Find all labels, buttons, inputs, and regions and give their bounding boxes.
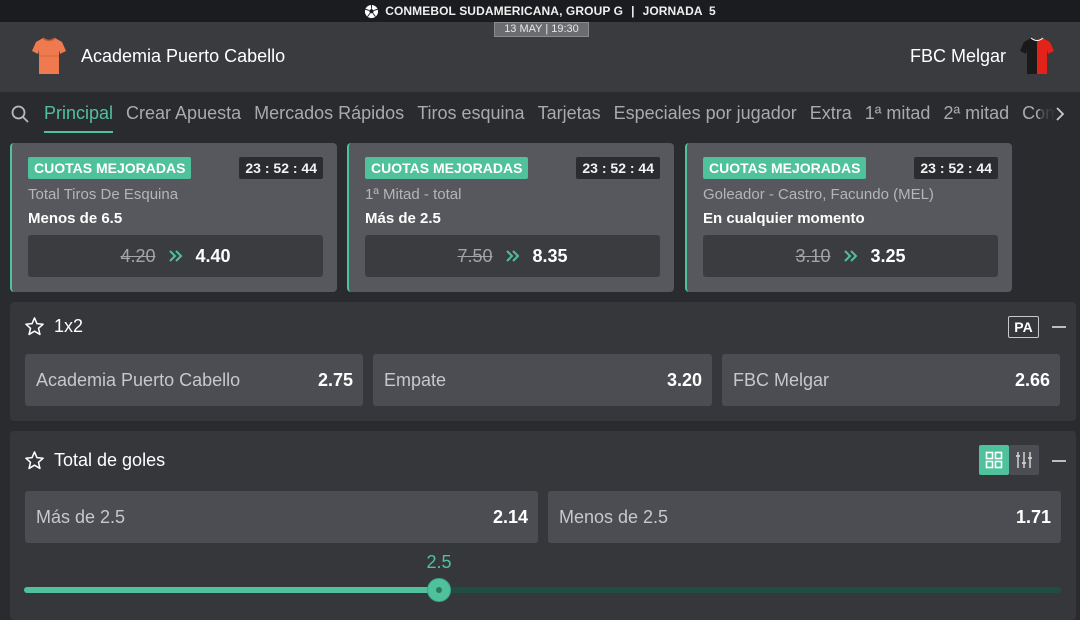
tab-primera-mitad[interactable]: 1ª mitad bbox=[865, 92, 931, 136]
boost-timer: 23 : 52 : 44 bbox=[576, 157, 660, 179]
search-icon[interactable] bbox=[11, 105, 29, 123]
selection-button[interactable]: Empate 3.20 bbox=[373, 354, 712, 406]
market-title: Total de goles bbox=[54, 449, 166, 470]
new-odd: 8.35 bbox=[532, 245, 568, 266]
tab-principal[interactable]: Principal bbox=[44, 92, 114, 136]
selection-odd: 3.20 bbox=[666, 369, 702, 390]
slider-view-button[interactable] bbox=[1009, 445, 1039, 475]
boost-market: Total Tiros De Esquina bbox=[28, 186, 179, 203]
slider-handle[interactable] bbox=[428, 579, 450, 601]
selection-button[interactable]: Academia Puerto Cabello 2.75 bbox=[25, 354, 363, 406]
selection-label: Menos de 2.5 bbox=[559, 506, 669, 527]
tab-mercados-rapidos[interactable]: Mercados Rápidos bbox=[254, 92, 404, 136]
boost-odds-button[interactable]: 7.50 8.35 bbox=[365, 235, 660, 277]
tab-segunda-mitad[interactable]: 2ª mitad bbox=[943, 92, 1009, 136]
new-odd: 3.25 bbox=[870, 245, 906, 266]
sliders-icon bbox=[1016, 452, 1032, 468]
double-chevron-right-icon bbox=[843, 250, 857, 262]
old-odd: 3.10 bbox=[795, 245, 831, 266]
selection-button[interactable]: Menos de 2.5 1.71 bbox=[548, 491, 1061, 543]
competition-name: CONMEBOL SUDAMERICANA, GROUP G bbox=[385, 4, 624, 18]
boost-market: Goleador - Castro, Facundo (MEL) bbox=[703, 186, 934, 203]
star-icon[interactable] bbox=[24, 450, 45, 471]
tab-especiales-jugador[interactable]: Especiales por jugador bbox=[614, 92, 797, 136]
tab-extra[interactable]: Extra bbox=[810, 92, 852, 136]
boost-selection: Más de 2.5 bbox=[365, 210, 441, 227]
selection-odd: 1.71 bbox=[1015, 506, 1051, 527]
chevron-right-icon bbox=[1056, 107, 1064, 121]
boost-badge: CUOTAS MEJORADAS bbox=[703, 157, 867, 179]
selection-label: Academia Puerto Cabello bbox=[36, 369, 241, 390]
boost-timer: 23 : 52 : 44 bbox=[914, 157, 998, 179]
boost-timer: 23 : 52 : 44 bbox=[239, 157, 323, 179]
match-header: CONMEBOL SUDAMERICANA, GROUP G | JORNADA… bbox=[0, 0, 1080, 92]
selection-odd: 2.14 bbox=[492, 506, 528, 527]
tab-tarjetas[interactable]: Tarjetas bbox=[538, 92, 601, 136]
boost-card: CUOTAS MEJORADAS 23 : 52 : 44 Goleador -… bbox=[685, 143, 1012, 292]
match-date: 13 MAY | 19:30 bbox=[494, 22, 589, 37]
home-team: Academia Puerto Cabello bbox=[32, 36, 285, 76]
home-team-name: Academia Puerto Cabello bbox=[81, 45, 286, 66]
double-chevron-right-icon bbox=[505, 250, 519, 262]
boost-odds-button[interactable]: 3.10 3.25 bbox=[703, 235, 998, 277]
grid-icon bbox=[985, 451, 1003, 469]
boost-badge: CUOTAS MEJORADAS bbox=[28, 157, 192, 179]
market-total-goals: Total de goles Más de 2.5 2.14 Menos de … bbox=[10, 431, 1076, 620]
market-title: 1x2 bbox=[54, 315, 84, 336]
grid-view-button[interactable] bbox=[979, 445, 1009, 475]
selection-label: FBC Melgar bbox=[733, 369, 830, 390]
market-header: Total de goles bbox=[24, 448, 165, 472]
old-odd: 7.50 bbox=[457, 245, 493, 266]
market-tabs: Principal Crear Apuesta Mercados Rápidos… bbox=[0, 92, 1080, 136]
line-slider[interactable] bbox=[24, 579, 1061, 601]
slider-fill bbox=[24, 587, 439, 593]
boost-badge: CUOTAS MEJORADAS bbox=[365, 157, 529, 179]
line-value: 2.5 bbox=[426, 552, 452, 572]
soccer-ball-icon bbox=[365, 4, 379, 18]
selection-button[interactable]: FBC Melgar 2.66 bbox=[722, 354, 1060, 406]
boost-market: 1ª Mitad - total bbox=[365, 186, 462, 203]
minus-icon[interactable] bbox=[1052, 326, 1066, 328]
market-header: 1x2 bbox=[24, 314, 83, 338]
selection-odd: 2.75 bbox=[317, 369, 353, 390]
shirt-icon bbox=[1020, 37, 1054, 74]
away-team: FBC Melgar bbox=[910, 36, 1054, 76]
boost-odds-button[interactable]: 4.20 4.40 bbox=[28, 235, 323, 277]
boost-selection: En cualquier momento bbox=[703, 210, 865, 227]
pa-badge[interactable]: PA bbox=[1008, 316, 1039, 338]
new-odd: 4.40 bbox=[195, 245, 231, 266]
minus-icon[interactable] bbox=[1052, 460, 1066, 462]
star-icon[interactable] bbox=[24, 316, 45, 337]
boost-card: CUOTAS MEJORADAS 23 : 52 : 44 1ª Mitad -… bbox=[347, 143, 674, 292]
selection-label: Más de 2.5 bbox=[36, 506, 126, 527]
double-chevron-right-icon bbox=[168, 250, 182, 262]
separator: | bbox=[631, 4, 635, 18]
shirt-icon bbox=[32, 37, 66, 74]
selection-label: Empate bbox=[384, 369, 447, 390]
tab-tiros-esquina[interactable]: Tiros esquina bbox=[417, 92, 524, 136]
view-toggle bbox=[979, 445, 1039, 475]
competition-bar: CONMEBOL SUDAMERICANA, GROUP G | JORNADA… bbox=[0, 0, 1080, 22]
away-team-name: FBC Melgar bbox=[909, 45, 1006, 66]
boost-card: CUOTAS MEJORADAS 23 : 52 : 44 Total Tiro… bbox=[10, 143, 337, 292]
tab-crear-apuesta[interactable]: Crear Apuesta bbox=[126, 92, 241, 136]
boost-selection: Menos de 6.5 bbox=[28, 210, 123, 227]
market-1x2: 1x2 PA Academia Puerto Cabello 2.75 Empa… bbox=[10, 302, 1076, 421]
selection-button[interactable]: Más de 2.5 2.14 bbox=[25, 491, 538, 543]
tabs-scroll-right[interactable] bbox=[1040, 92, 1080, 136]
selection-odd: 2.66 bbox=[1014, 369, 1050, 390]
old-odd: 4.20 bbox=[120, 245, 156, 266]
round-label: JORNADA 5 bbox=[642, 4, 716, 18]
